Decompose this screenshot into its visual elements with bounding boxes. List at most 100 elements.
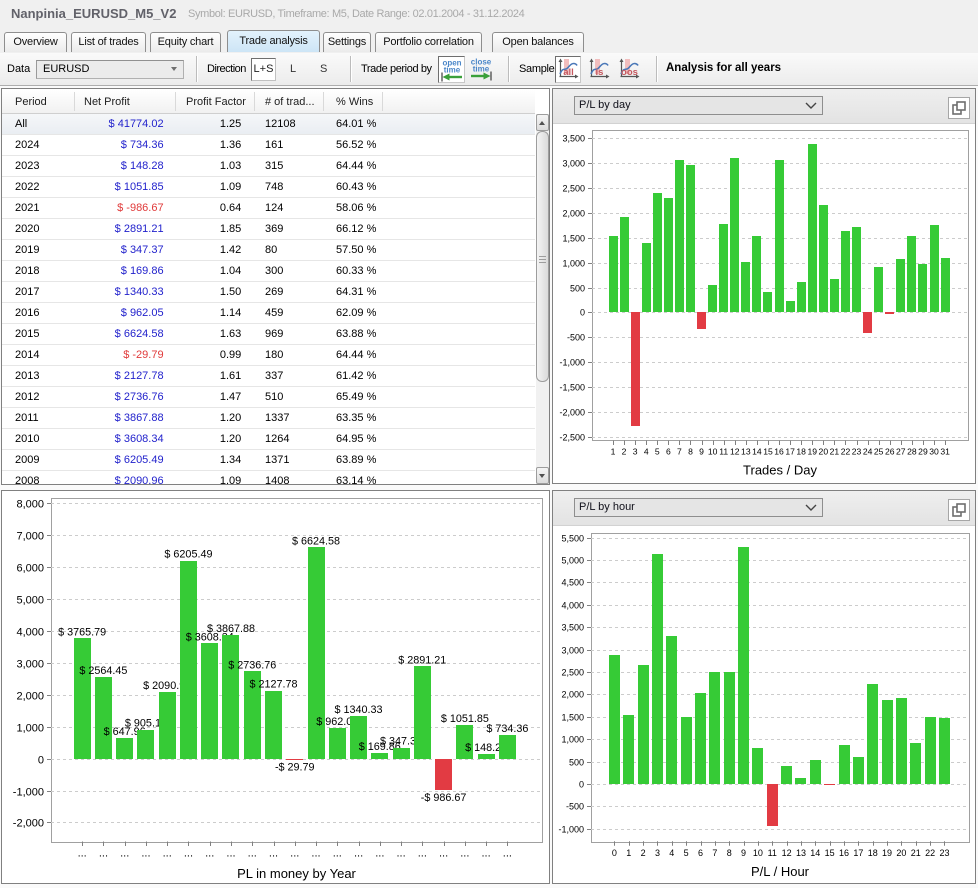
svg-text:1,000: 1,000 <box>561 735 584 745</box>
svg-text:21: 21 <box>911 848 921 858</box>
svg-text:$ 2127.78: $ 2127.78 <box>249 679 297 691</box>
svg-text:3,000: 3,000 <box>561 646 584 656</box>
svg-text:0: 0 <box>38 754 44 766</box>
svg-text:0: 0 <box>580 308 585 318</box>
svg-text:4: 4 <box>669 848 674 858</box>
svg-text:oos: oos <box>621 67 638 78</box>
svg-text:-2,000: -2,000 <box>559 408 585 418</box>
svg-text:2: 2 <box>622 447 627 457</box>
svg-text:...: ... <box>290 848 299 860</box>
svg-text:$ 6624.58: $ 6624.58 <box>292 535 340 547</box>
svg-text:7,000: 7,000 <box>16 530 44 542</box>
svg-text:...: ... <box>248 848 257 860</box>
svg-text:3,000: 3,000 <box>16 658 44 670</box>
svg-text:...: ... <box>460 848 469 860</box>
svg-text:3,500: 3,500 <box>562 134 585 144</box>
svg-text:-1,000: -1,000 <box>13 786 44 798</box>
svg-text:3: 3 <box>633 447 638 457</box>
svg-text:...: ... <box>141 848 150 860</box>
svg-text:13: 13 <box>796 848 806 858</box>
svg-text:$ 2736.76: $ 2736.76 <box>228 659 276 671</box>
svg-text:-$ 986.67: -$ 986.67 <box>421 792 467 804</box>
svg-text:...: ... <box>439 848 448 860</box>
svg-text:12: 12 <box>782 848 792 858</box>
svg-text:5: 5 <box>684 848 689 858</box>
svg-text:1,500: 1,500 <box>562 234 585 244</box>
svg-text:...: ... <box>418 848 427 860</box>
svg-text:7: 7 <box>677 447 682 457</box>
svg-text:...: ... <box>120 848 129 860</box>
svg-text:25: 25 <box>874 447 884 457</box>
svg-text:-1,000: -1,000 <box>559 358 585 368</box>
svg-text:...: ... <box>226 848 235 860</box>
svg-text:1: 1 <box>626 848 631 858</box>
svg-text:-$ 29.79: -$ 29.79 <box>275 762 315 774</box>
svg-text:14: 14 <box>810 848 820 858</box>
svg-text:$ 3765.79: $ 3765.79 <box>58 626 106 638</box>
svg-text:5,000: 5,000 <box>561 556 584 566</box>
svg-text:time: time <box>443 65 460 74</box>
svg-text:...: ... <box>375 848 384 860</box>
svg-text:...: ... <box>396 848 405 860</box>
svg-text:17: 17 <box>785 447 795 457</box>
svg-text:3,000: 3,000 <box>562 159 585 169</box>
svg-text:13: 13 <box>741 447 751 457</box>
svg-text:-500: -500 <box>567 333 585 343</box>
svg-text:22: 22 <box>925 848 935 858</box>
svg-text:12: 12 <box>730 447 740 457</box>
svg-text:...: ... <box>482 848 491 860</box>
svg-text:8: 8 <box>727 848 732 858</box>
svg-text:$ 3867.88: $ 3867.88 <box>207 623 255 635</box>
svg-text:$ 1051.85: $ 1051.85 <box>441 713 489 725</box>
svg-text:26: 26 <box>885 447 895 457</box>
svg-text:5: 5 <box>655 447 660 457</box>
svg-text:6: 6 <box>666 447 671 457</box>
svg-text:P/L / Hour: P/L / Hour <box>751 864 810 879</box>
svg-text:1,000: 1,000 <box>562 259 585 269</box>
svg-text:...: ... <box>333 848 342 860</box>
svg-text:4: 4 <box>644 447 649 457</box>
svg-text:29: 29 <box>918 447 928 457</box>
svg-text:11: 11 <box>768 848 777 858</box>
svg-text:17: 17 <box>853 848 863 858</box>
svg-text:2: 2 <box>641 848 646 858</box>
svg-text:15: 15 <box>825 848 835 858</box>
svg-text:3,500: 3,500 <box>561 623 584 633</box>
svg-text:5,500: 5,500 <box>561 534 584 544</box>
svg-text:PL in money by Year: PL in money by Year <box>237 866 356 881</box>
svg-text:19: 19 <box>807 447 817 457</box>
svg-text:-1,500: -1,500 <box>559 383 585 393</box>
svg-text:time: time <box>473 65 490 74</box>
svg-text:is: is <box>596 67 604 78</box>
svg-text:Trades / Day: Trades / Day <box>743 463 817 478</box>
svg-text:4,500: 4,500 <box>561 578 584 588</box>
svg-text:$ 734.36: $ 734.36 <box>486 723 528 735</box>
svg-text:4,000: 4,000 <box>16 626 44 638</box>
svg-text:23: 23 <box>939 848 949 858</box>
svg-text:28: 28 <box>907 447 917 457</box>
svg-text:2,000: 2,000 <box>16 690 44 702</box>
svg-text:-1,000: -1,000 <box>558 825 584 835</box>
svg-text:...: ... <box>184 848 193 860</box>
svg-text:18: 18 <box>796 447 806 457</box>
svg-text:2,500: 2,500 <box>561 668 584 678</box>
svg-text:21: 21 <box>830 447 840 457</box>
svg-text:2,000: 2,000 <box>561 690 584 700</box>
svg-text:4,000: 4,000 <box>561 601 584 611</box>
svg-text:...: ... <box>311 848 320 860</box>
svg-text:...: ... <box>163 848 172 860</box>
svg-text:24: 24 <box>863 447 873 457</box>
svg-text:9: 9 <box>741 848 746 858</box>
svg-text:1: 1 <box>611 447 616 457</box>
svg-text:0: 0 <box>612 848 617 858</box>
svg-text:...: ... <box>269 848 278 860</box>
svg-text:10: 10 <box>753 848 763 858</box>
svg-text:1,000: 1,000 <box>16 722 44 734</box>
svg-text:23: 23 <box>852 447 862 457</box>
svg-text:-500: -500 <box>566 802 584 812</box>
svg-text:-2,000: -2,000 <box>13 817 44 829</box>
svg-text:$ 1340.33: $ 1340.33 <box>335 704 383 716</box>
svg-text:18: 18 <box>868 848 878 858</box>
svg-text:7: 7 <box>712 848 717 858</box>
svg-text:8: 8 <box>688 447 693 457</box>
